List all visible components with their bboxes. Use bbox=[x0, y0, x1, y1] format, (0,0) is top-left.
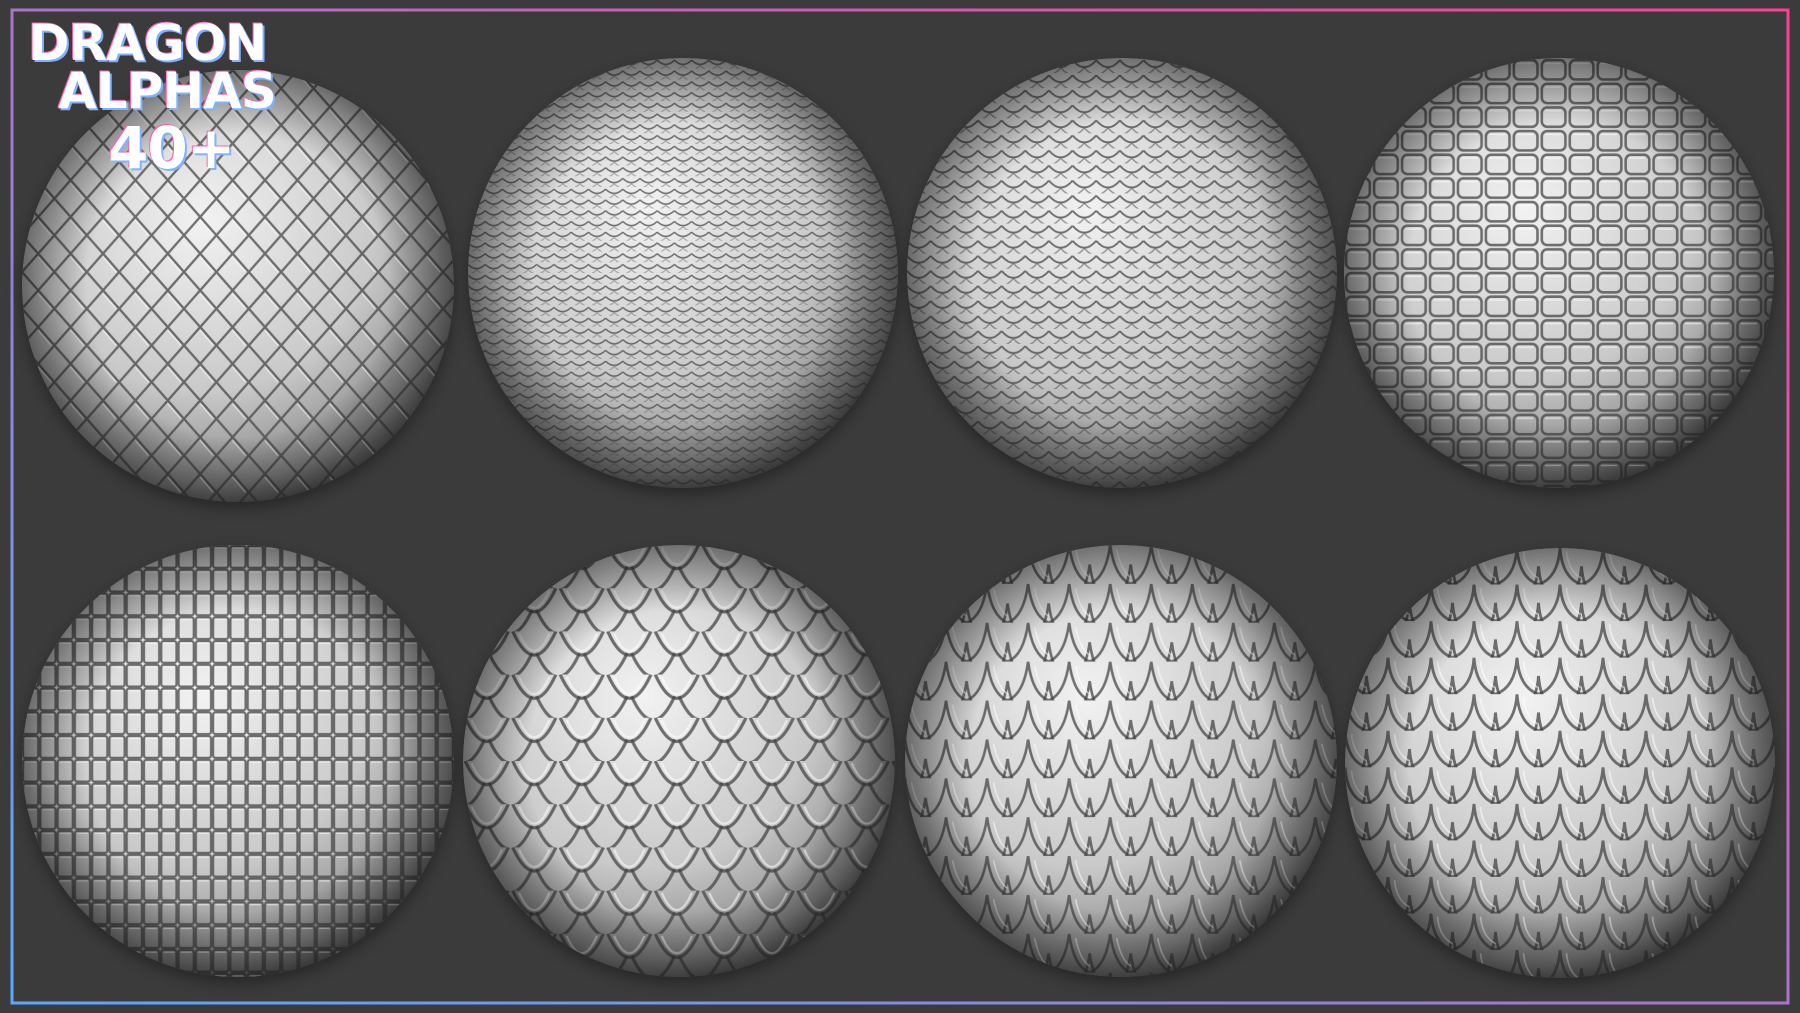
fish-dragon-scales-sphere bbox=[1345, 548, 1775, 978]
product-title: DRAGON ALPHAS 40+ bbox=[28, 14, 348, 184]
pointed-dragon-scales-sphere bbox=[905, 545, 1337, 977]
title-line-alphas: ALPHAS bbox=[58, 62, 277, 120]
title-line-count: 40+ bbox=[108, 114, 235, 182]
rounded-dragon-scales-sphere bbox=[463, 545, 895, 977]
overlap-row-scales-sphere bbox=[907, 58, 1337, 488]
rough-plate-scales-sphere bbox=[1344, 58, 1774, 488]
crocodile-grid-scales-sphere bbox=[22, 545, 454, 977]
fine-row-scales-sphere bbox=[468, 58, 898, 488]
